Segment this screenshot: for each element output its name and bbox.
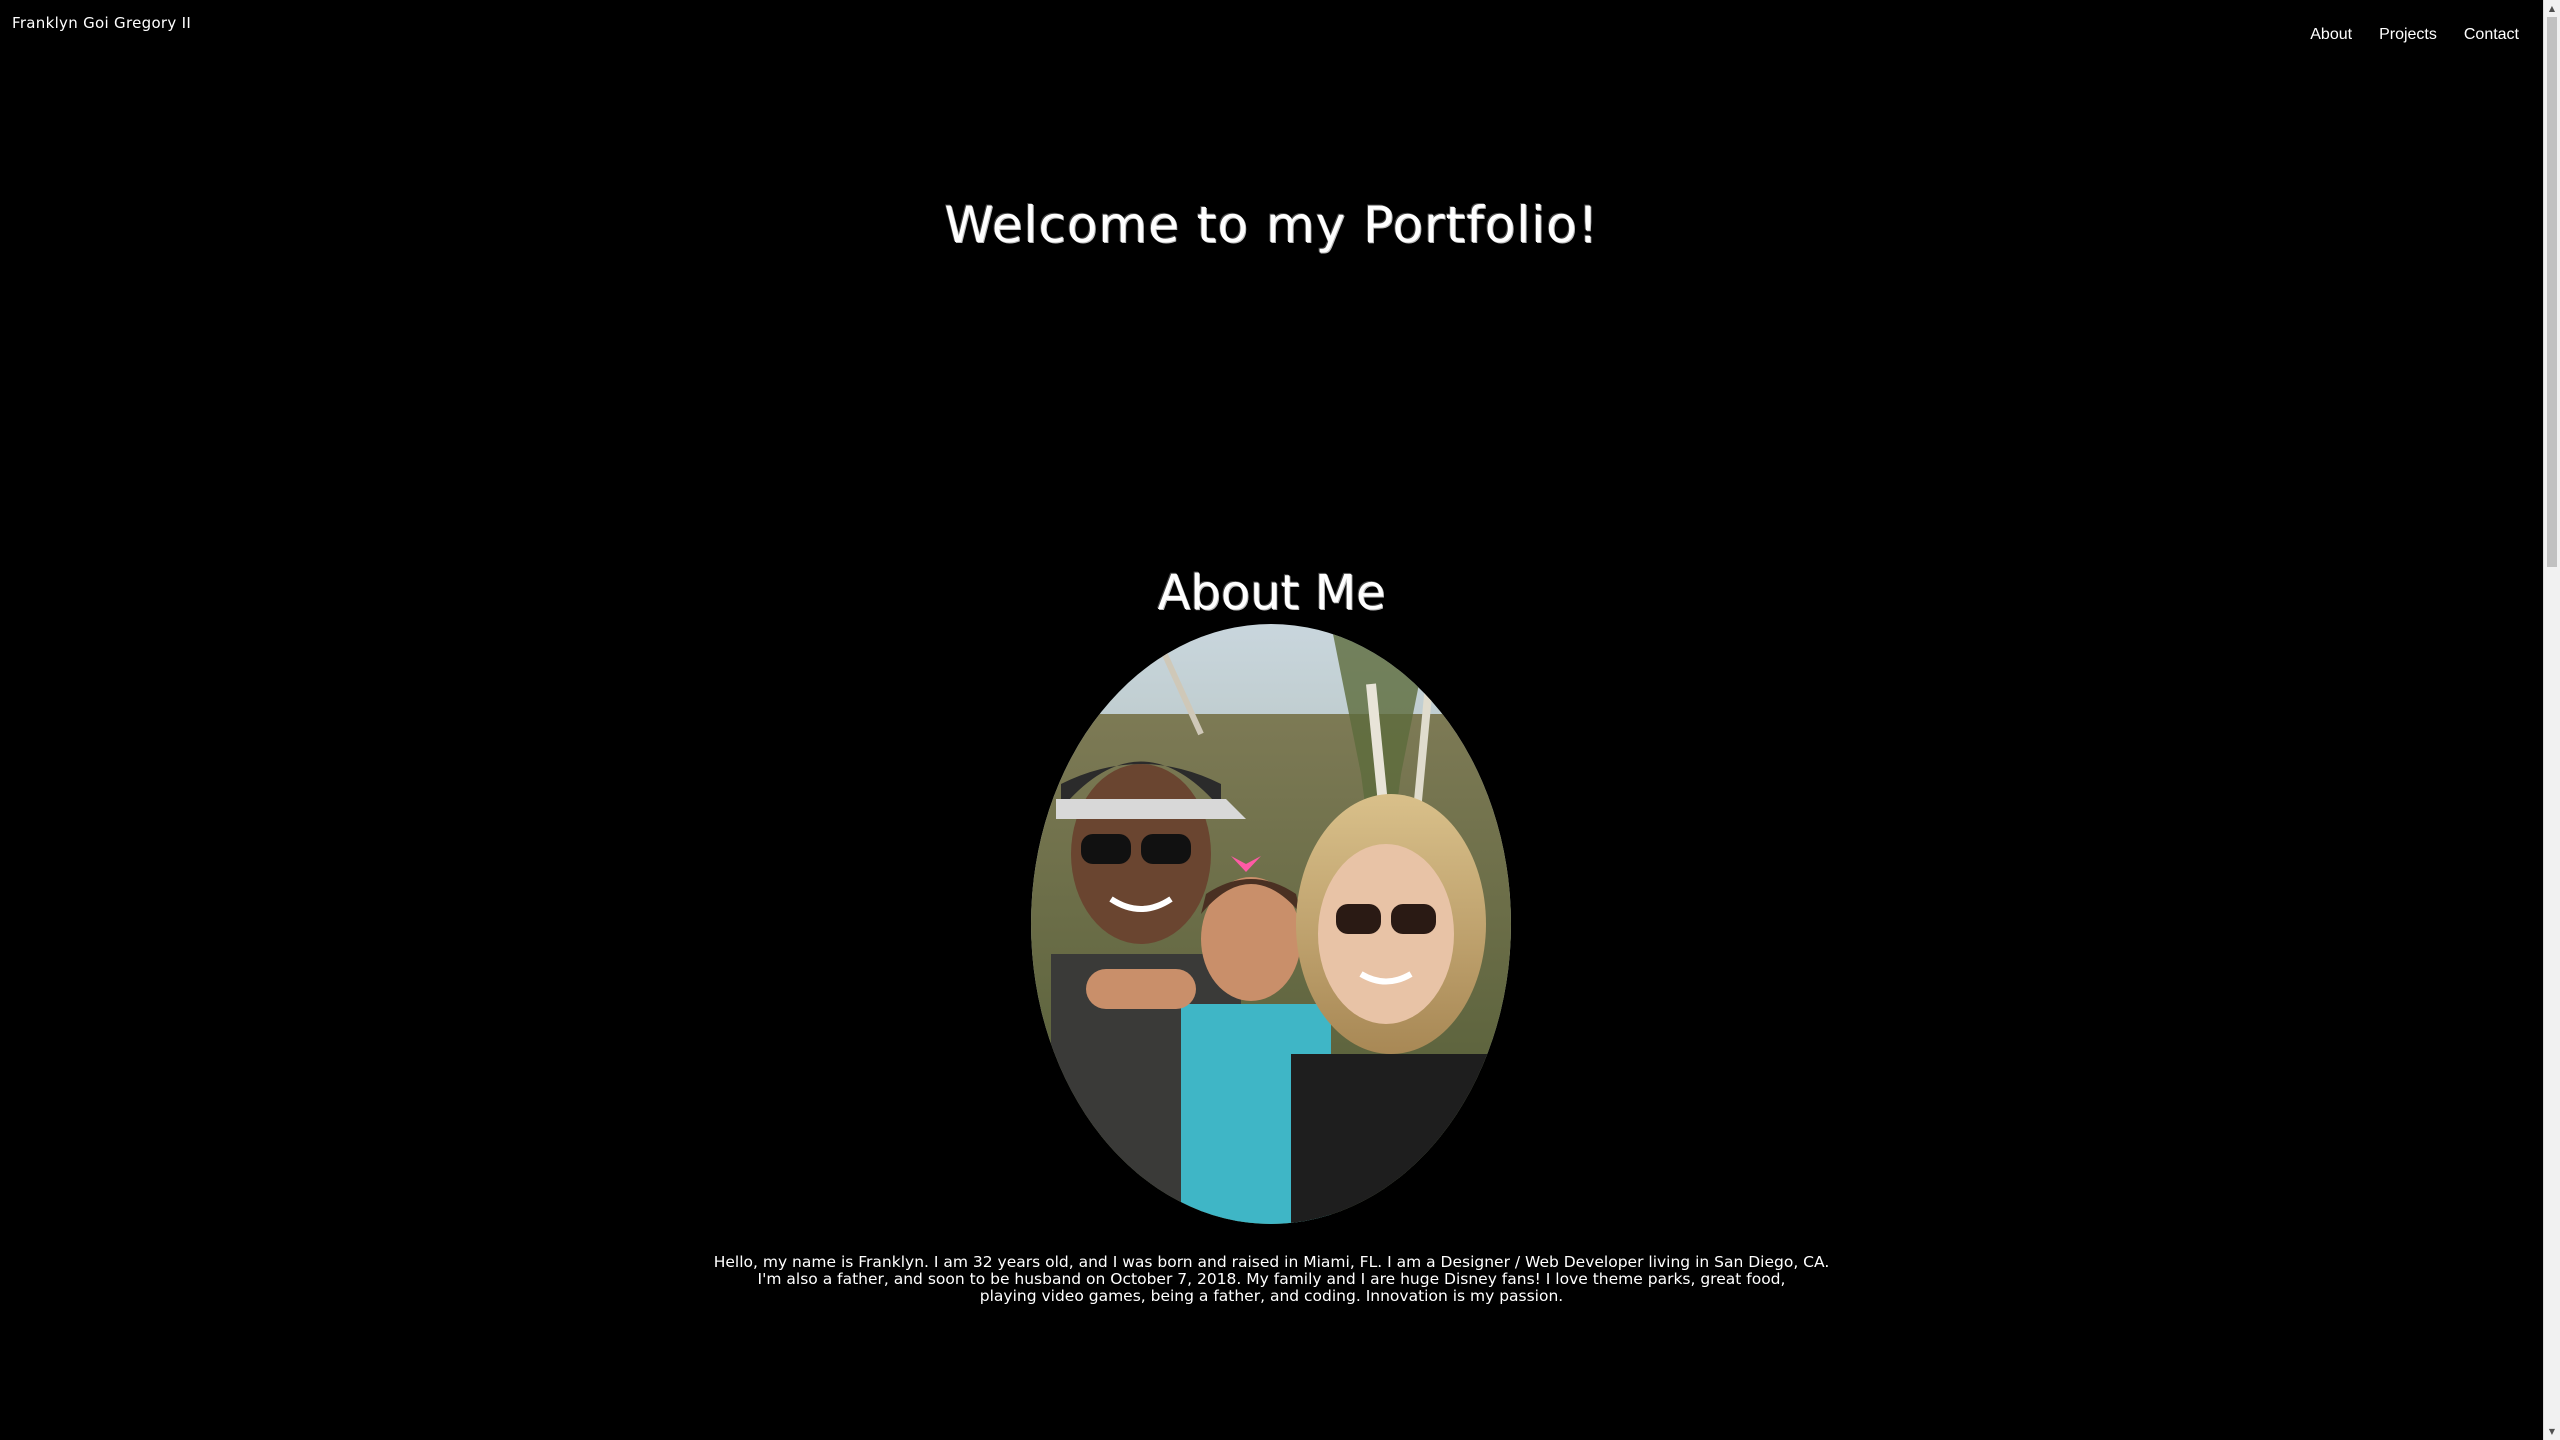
family-photo bbox=[1031, 624, 1511, 1224]
main-nav: About Projects Contact bbox=[2310, 26, 2519, 44]
scroll-up-arrow-icon[interactable]: ▲ bbox=[2544, 0, 2560, 17]
scroll-down-arrow-icon[interactable]: ▼ bbox=[2544, 1423, 2560, 1440]
nav-link-about[interactable]: About bbox=[2310, 26, 2352, 44]
scroll-thumb[interactable] bbox=[2547, 17, 2557, 567]
about-title: About Me bbox=[1157, 565, 1386, 621]
nav-link-projects[interactable]: Projects bbox=[2379, 26, 2437, 44]
bio-line: playing video games, being a father, and… bbox=[979, 1287, 1564, 1305]
vertical-scrollbar[interactable]: ▲ ▼ bbox=[2543, 0, 2560, 1440]
bio-line: Hello, my name is Franklyn. I am 32 year… bbox=[713, 1253, 1830, 1271]
hero-title: Welcome to my Portfolio! bbox=[944, 196, 1599, 254]
nav-link-contact[interactable]: Contact bbox=[2464, 26, 2519, 44]
bio-line: I'm also a father, and soon to be husban… bbox=[757, 1270, 1786, 1288]
site-brand[interactable]: Franklyn Goi Gregory II bbox=[12, 14, 191, 32]
bio-text: Hello, my name is Franklyn. I am 32 year… bbox=[690, 1254, 1853, 1305]
